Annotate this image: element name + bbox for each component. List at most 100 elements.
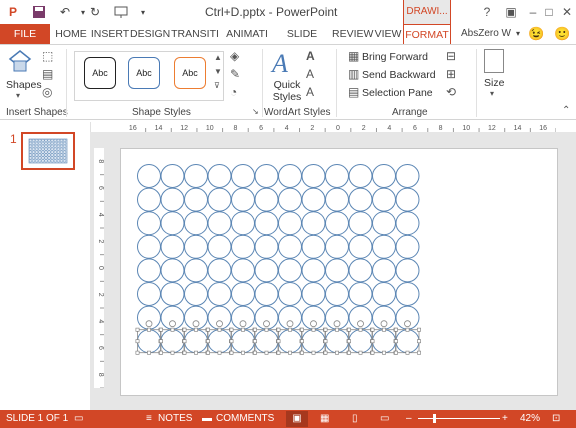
style-swatch-orange[interactable]: Abc (174, 57, 206, 89)
notes-icon[interactable]: ≡ (146, 413, 152, 424)
shapes-gallery-icon[interactable] (6, 49, 34, 72)
shapes-label[interactable]: Shapes (6, 79, 42, 91)
gallery-more-icon[interactable]: ⊽ (214, 81, 220, 90)
proofing-icon[interactable]: ▭ (74, 413, 83, 424)
style-swatch-blue[interactable]: Abc (128, 57, 160, 89)
group-icon[interactable]: ⊞ (446, 67, 456, 81)
shapes-dropdown-icon[interactable]: ▾ (16, 91, 20, 100)
shape-outline-icon[interactable]: ✎ (230, 67, 240, 81)
slide-canvas[interactable] (120, 148, 558, 396)
zoom-slider-thumb[interactable] (432, 414, 436, 423)
grid-circle (184, 164, 208, 188)
text-box-icon[interactable]: ▤ (42, 67, 53, 81)
resize-handle (170, 327, 175, 332)
shape-effects-icon[interactable]: ◔ (230, 85, 237, 99)
grid-circle (160, 234, 185, 259)
text-outline-icon[interactable]: A (306, 67, 314, 81)
help-icon[interactable]: ? (478, 3, 496, 21)
resize-handle (405, 350, 410, 355)
send-backward-icon[interactable]: ▥ (348, 67, 359, 81)
slide-thumbnail[interactable] (21, 132, 75, 170)
tab-review[interactable]: REVIEW (332, 24, 373, 44)
bring-forward-icon[interactable]: ▦ (348, 49, 359, 63)
rotate-icon[interactable]: ⟲ (446, 85, 456, 99)
gallery-down-icon[interactable]: ▼ (214, 67, 222, 76)
maximize-icon[interactable]: □ (540, 3, 558, 21)
close-icon[interactable]: ✕ (558, 3, 576, 21)
resize-handle (135, 350, 140, 355)
redo-icon[interactable]: ↻ (86, 3, 104, 21)
powerpoint-logo-icon[interactable]: P (4, 3, 22, 21)
size-label[interactable]: Size (484, 77, 504, 89)
ruler-tick-label: 6 (97, 346, 104, 350)
comments-button[interactable]: COMMENTS (216, 413, 274, 424)
collapse-ribbon-icon[interactable]: ⌃ (562, 105, 570, 116)
grid-circle (160, 211, 185, 236)
account-name[interactable]: AbsZero W (458, 24, 514, 44)
style-swatch-black[interactable]: Abc (84, 57, 116, 89)
quick-styles-label[interactable]: Quick Styles (272, 79, 302, 103)
resize-handle (264, 350, 269, 355)
zoom-out-icon[interactable]: – (406, 413, 412, 424)
shape-fill-icon[interactable]: ◈ (230, 49, 239, 63)
slide-sorter-icon[interactable]: ▦ (320, 413, 329, 424)
tab-file[interactable]: FILE (0, 24, 50, 44)
undo-icon[interactable]: ↶ (56, 3, 74, 21)
fit-slide-icon[interactable]: ⊡ (552, 413, 560, 424)
grid-circle (254, 164, 279, 188)
bring-forward-button[interactable]: Bring Forward (362, 51, 428, 63)
smiley-feedback-icon[interactable]: 🙂 (554, 24, 570, 44)
tab-slide-show[interactable]: SLIDE SHO (274, 24, 330, 60)
status-bar: SLIDE 1 OF 1 ▭ ≡ NOTES ▬ COMMENTS ▣ ▦ ▯ … (0, 410, 576, 428)
edit-shape-icon[interactable]: ⬚ (42, 49, 53, 63)
grid-circle (395, 234, 420, 259)
notes-button[interactable]: NOTES (158, 413, 192, 424)
zoom-in-icon[interactable]: + (502, 413, 508, 424)
tab-format[interactable]: FORMAT (403, 24, 451, 45)
tab-animations[interactable]: ANIMATI (222, 24, 272, 44)
quick-styles-a-icon[interactable]: A (272, 49, 288, 79)
dialog-launcher-icon[interactable]: ↘ (252, 107, 259, 116)
send-backward-button[interactable]: Send Backward (362, 69, 436, 81)
tab-transitions[interactable]: TRANSITI (170, 24, 220, 44)
tab-design[interactable]: DESIGN (130, 24, 170, 44)
resize-handle (276, 327, 281, 332)
tab-insert[interactable]: INSERT (90, 24, 130, 44)
account-dropdown-icon[interactable]: ▾ (512, 24, 524, 44)
ruler-tick-label: 8 (233, 125, 237, 132)
normal-view-icon[interactable]: ▣ (286, 411, 308, 427)
size-dropdown-icon[interactable]: ▾ (490, 89, 494, 98)
ruler-tick-label: 12 (488, 125, 496, 132)
customize-qat-icon[interactable]: ▾ (134, 3, 152, 21)
text-fill-icon[interactable]: A (306, 49, 315, 63)
circle-grid[interactable] (121, 149, 557, 395)
gallery-up-icon[interactable]: ▲ (214, 53, 222, 62)
zoom-slider[interactable] (418, 418, 500, 419)
zoom-level[interactable]: 42% (520, 413, 540, 424)
resize-handle (147, 327, 151, 332)
resize-handle (335, 327, 339, 332)
ruler-tick-label: 0 (336, 125, 340, 132)
selection-pane-icon[interactable]: ▤ (348, 85, 359, 99)
ruler-tick-label: 14 (514, 125, 522, 132)
slideshow-view-icon[interactable]: ▭ (380, 413, 389, 424)
resize-handle (335, 350, 339, 355)
grid-circle (160, 187, 185, 212)
smiley-wink-icon[interactable]: 😉 (528, 24, 544, 44)
save-icon[interactable] (30, 3, 48, 21)
tab-view[interactable]: VIEW (372, 24, 404, 44)
selection-pane-button[interactable]: Selection Pane (362, 87, 433, 99)
resize-handle (323, 327, 328, 332)
align-icon[interactable]: ⊟ (446, 49, 456, 63)
slideshow-icon[interactable] (112, 3, 130, 21)
ruler-tick-label: 2 (310, 125, 314, 132)
merge-shapes-icon[interactable]: ◎ (42, 85, 52, 99)
ribbon-display-icon[interactable]: ▣ (502, 3, 520, 21)
size-icon[interactable] (484, 49, 504, 73)
comments-icon[interactable]: ▬ (202, 413, 212, 424)
resize-handle (358, 350, 363, 355)
tab-home[interactable]: HOME (52, 24, 90, 44)
text-effects-icon[interactable]: A (306, 85, 314, 99)
ruler-tick-label: 16 (129, 125, 137, 132)
reading-view-icon[interactable]: ▯ (352, 413, 358, 424)
